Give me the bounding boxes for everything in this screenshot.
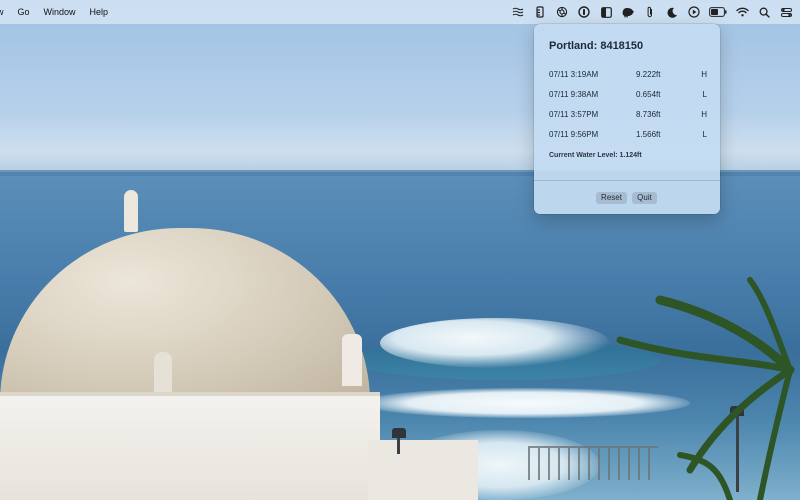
menu-bar-left: w Go Window Help <box>0 0 115 24</box>
onepassword-icon[interactable] <box>574 0 594 24</box>
wallpaper-ornament <box>154 352 172 394</box>
tide-time: 07/11 3:57PM <box>549 110 599 119</box>
tide-time: 07/11 9:56PM <box>549 130 599 139</box>
mastodon-icon[interactable] <box>618 0 638 24</box>
tide-height: 1.566ft <box>636 130 661 139</box>
tide-row: 07/11 9:56PM 1.566ft L <box>549 126 707 146</box>
menu-bar: w Go Window Help <box>0 0 800 24</box>
openai-icon[interactable] <box>552 0 572 24</box>
tide-time: 07/11 9:38AM <box>549 90 599 99</box>
wallpaper-chimney <box>342 334 362 386</box>
tide-row: 07/11 3:19AM 9.222ft H <box>549 66 707 86</box>
tide-time: 07/11 3:19AM <box>549 70 599 79</box>
play-circle-icon[interactable] <box>684 0 704 24</box>
tide-height: 0.654ft <box>636 90 661 99</box>
menu-window-partial[interactable]: w <box>0 0 11 24</box>
menu-window[interactable]: Window <box>37 0 83 24</box>
wallpaper-wall <box>368 440 478 500</box>
menu-help[interactable]: Help <box>83 0 116 24</box>
ruler-icon[interactable] <box>530 0 550 24</box>
tide-height: 8.736ft <box>636 110 661 119</box>
tide-type: L <box>702 130 707 139</box>
moon-icon[interactable] <box>662 0 682 24</box>
tide-waves-icon[interactable] <box>508 0 528 24</box>
wallpaper-building <box>0 392 380 500</box>
battery-icon[interactable] <box>706 0 730 24</box>
station-title: Portland: 8418150 <box>549 40 644 52</box>
menu-go[interactable]: Go <box>11 0 37 24</box>
wallpaper-palm <box>616 277 795 500</box>
reset-button[interactable]: Reset <box>596 192 627 204</box>
wifi-icon[interactable] <box>732 0 752 24</box>
quit-button[interactable]: Quit <box>632 192 657 204</box>
tide-type: L <box>702 90 707 99</box>
tide-list: 07/11 3:19AM 9.222ft H 07/11 9:38AM 0.65… <box>549 66 707 146</box>
control-center-icon[interactable] <box>776 0 796 24</box>
status-menus <box>506 0 796 24</box>
panel-divider <box>534 180 720 181</box>
paperclip-icon[interactable] <box>640 0 660 24</box>
tide-row: 07/11 3:57PM 8.736ft H <box>549 106 707 126</box>
search-icon[interactable] <box>754 0 774 24</box>
tide-popover: Portland: 8418150 07/11 3:19AM 9.222ft H… <box>534 24 720 214</box>
wallpaper-dome-spire <box>124 190 138 232</box>
tide-row: 07/11 9:38AM 0.654ft L <box>549 86 707 106</box>
tide-type: H <box>701 70 707 79</box>
current-water-level: Current Water Level: 1.124ft <box>549 152 642 159</box>
sidebar-icon[interactable] <box>596 0 616 24</box>
tide-height: 9.222ft <box>636 70 661 79</box>
wallpaper-wave-crest <box>380 318 610 368</box>
tide-type: H <box>701 110 707 119</box>
wallpaper-lamp-head <box>392 428 406 438</box>
